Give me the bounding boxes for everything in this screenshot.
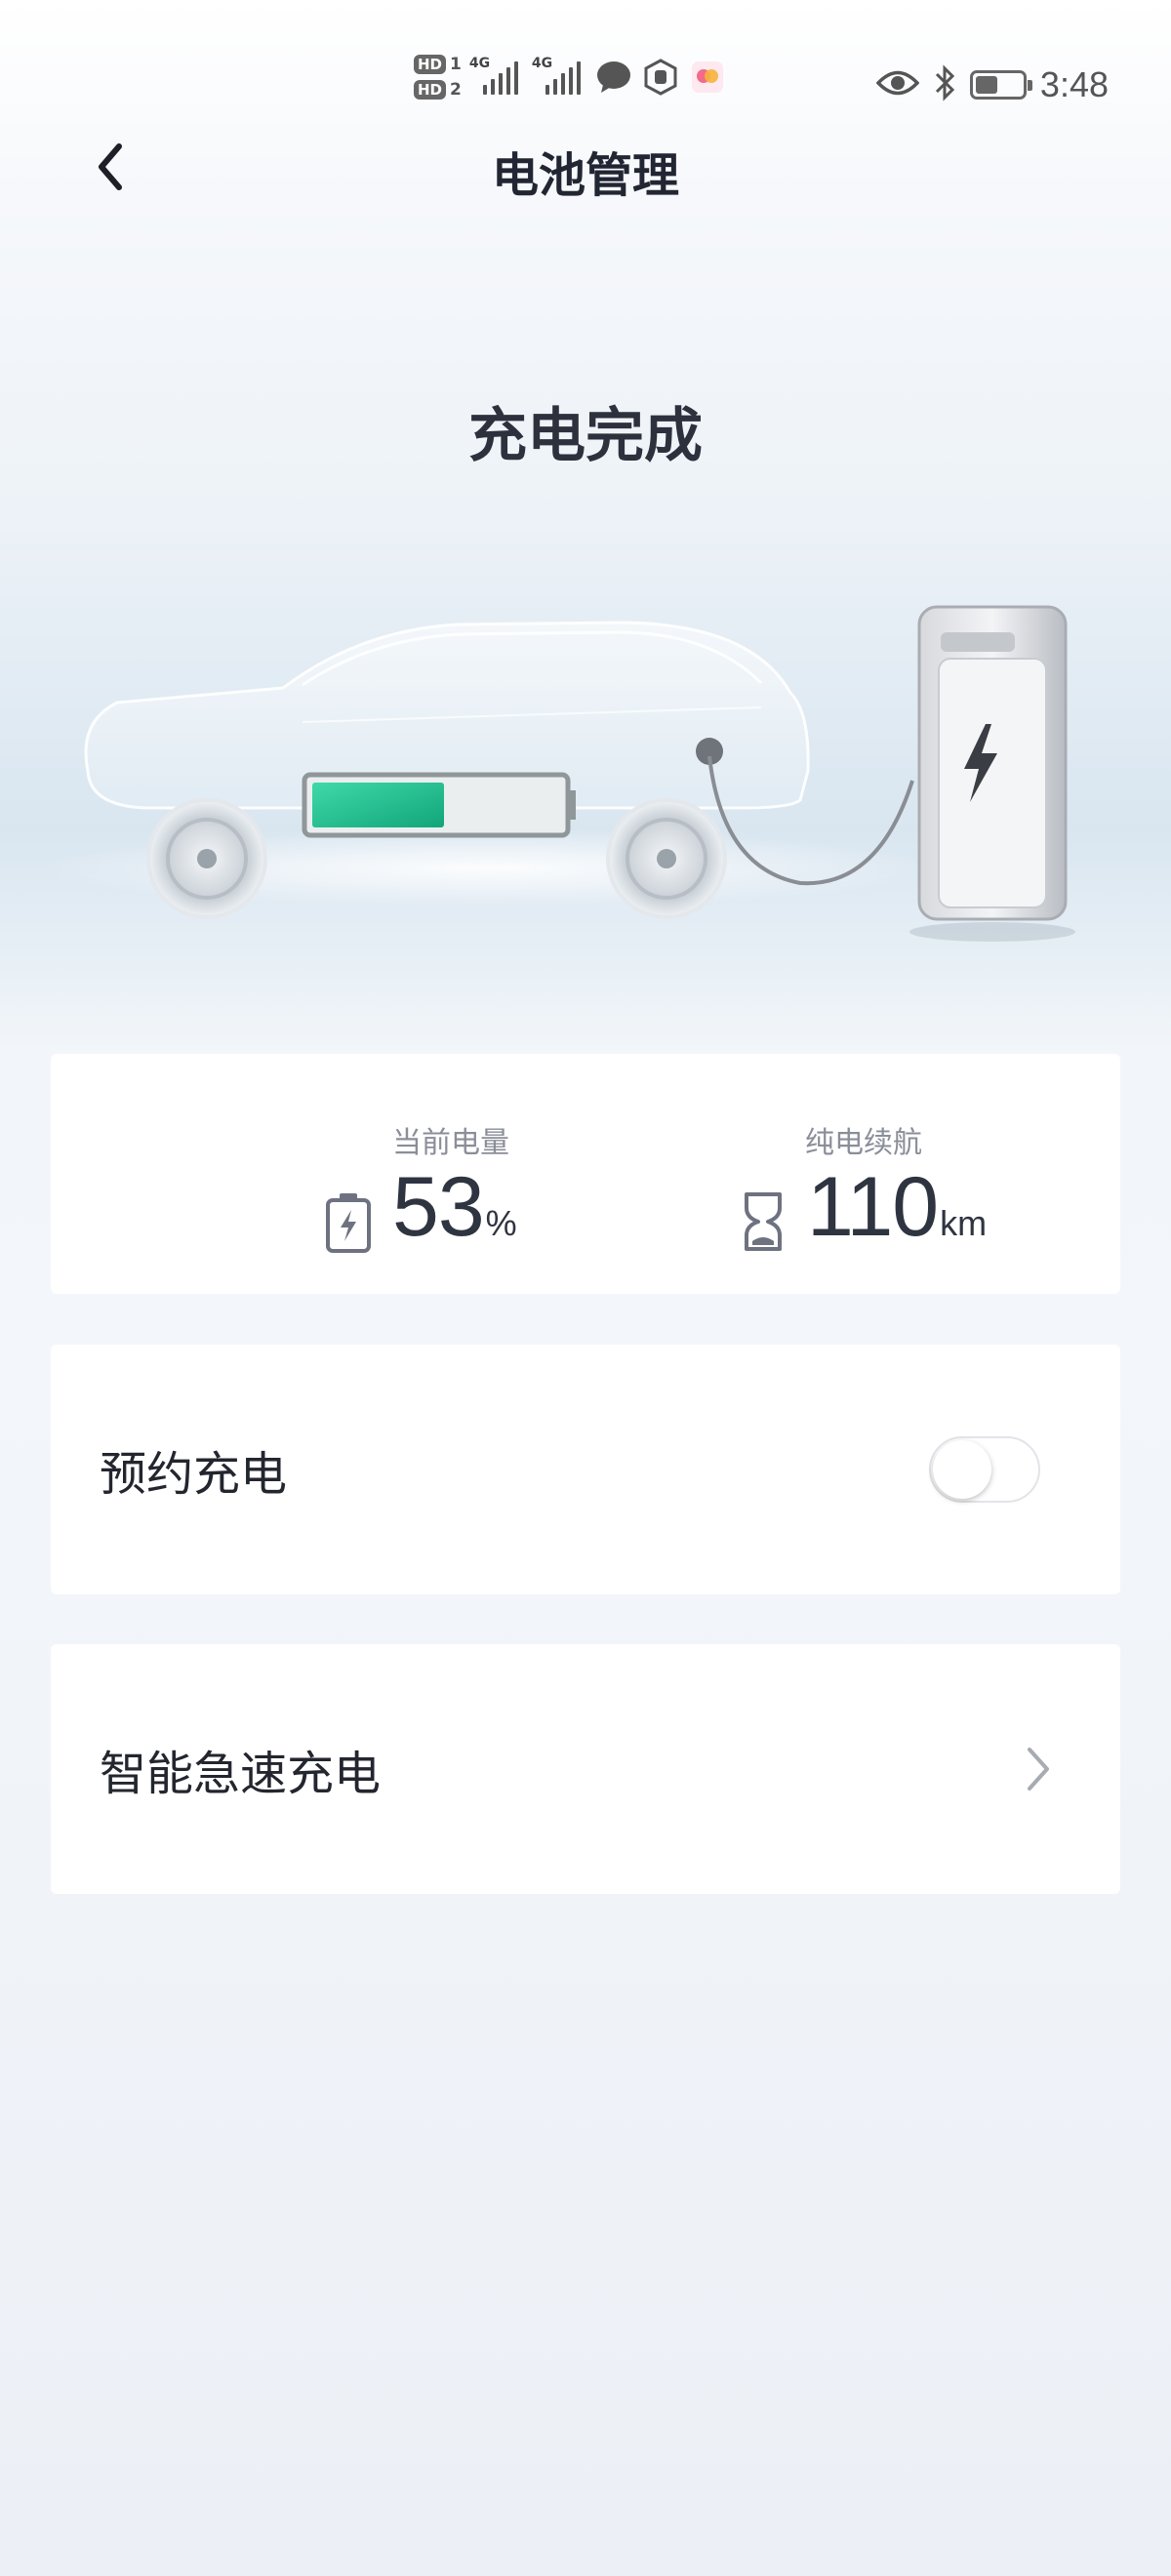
status-bar-left: HD 1 HD 2 4G 4G xyxy=(414,55,727,100)
hand-icon xyxy=(641,58,680,97)
sim2-hd-label: HD xyxy=(414,80,447,100)
sim1-hd-label: HD xyxy=(414,55,447,74)
wechat-icon xyxy=(594,58,633,97)
battery-level-stat: 当前电量 53 % xyxy=(275,1054,548,1294)
electric-range-value: 110 xyxy=(807,1160,939,1254)
bluetooth-icon xyxy=(933,64,956,105)
battery-level-unit: % xyxy=(485,1203,517,1243)
battery-stats-card: 当前电量 53 % 纯电续航 110 km xyxy=(51,1054,1120,1294)
sim-indicators: HD 1 HD 2 xyxy=(414,55,462,100)
scheduled-charging-toggle[interactable] xyxy=(929,1436,1040,1503)
battery-charging-icon xyxy=(326,1193,371,1253)
sim2-indicator: HD 2 xyxy=(414,80,462,100)
smart-fast-charging-label: 智能急速充电 xyxy=(100,1747,382,1801)
status-time: 3:48 xyxy=(1039,64,1109,104)
battery-icon xyxy=(969,70,1032,100)
sim1-index: 1 xyxy=(450,55,462,74)
battery-pack-illustration xyxy=(302,772,576,838)
electric-range-stat: 纯电续航 110 km xyxy=(690,1054,1002,1294)
signal2-icon: 4G xyxy=(532,56,586,99)
charging-status: 充电完成 xyxy=(468,402,703,470)
app-notification-icon xyxy=(688,58,727,97)
battery-level-label: 当前电量 xyxy=(392,1126,509,1160)
toggle-knob xyxy=(933,1440,991,1499)
smart-fast-charging-row[interactable]: 智能急速充电 xyxy=(51,1644,1120,1894)
chevron-right-icon xyxy=(1019,1740,1058,1798)
charging-station-illustration xyxy=(909,605,1075,942)
front-wheel-illustration xyxy=(146,798,267,919)
electric-range-unit: km xyxy=(940,1203,988,1243)
rear-wheel-illustration xyxy=(606,798,727,919)
status-bar-right: 3:48 xyxy=(875,64,1109,105)
hourglass-icon xyxy=(745,1192,782,1251)
page-title: 电池管理 xyxy=(491,148,679,203)
signal1-icon: 4G xyxy=(469,56,524,99)
battery-level-value: 53 xyxy=(392,1160,485,1254)
scheduled-charging-row: 预约充电 xyxy=(51,1345,1120,1594)
sim2-index: 2 xyxy=(450,80,462,100)
electric-range-label: 纯电续航 xyxy=(805,1126,922,1160)
sim1-indicator: HD 1 xyxy=(414,55,462,74)
status-bar: HD 1 HD 2 4G 4G 3:48 xyxy=(0,0,1171,127)
eye-icon xyxy=(875,68,920,101)
scheduled-charging-label: 预约充电 xyxy=(100,1447,288,1502)
car-charging-illustration xyxy=(0,546,1171,1054)
